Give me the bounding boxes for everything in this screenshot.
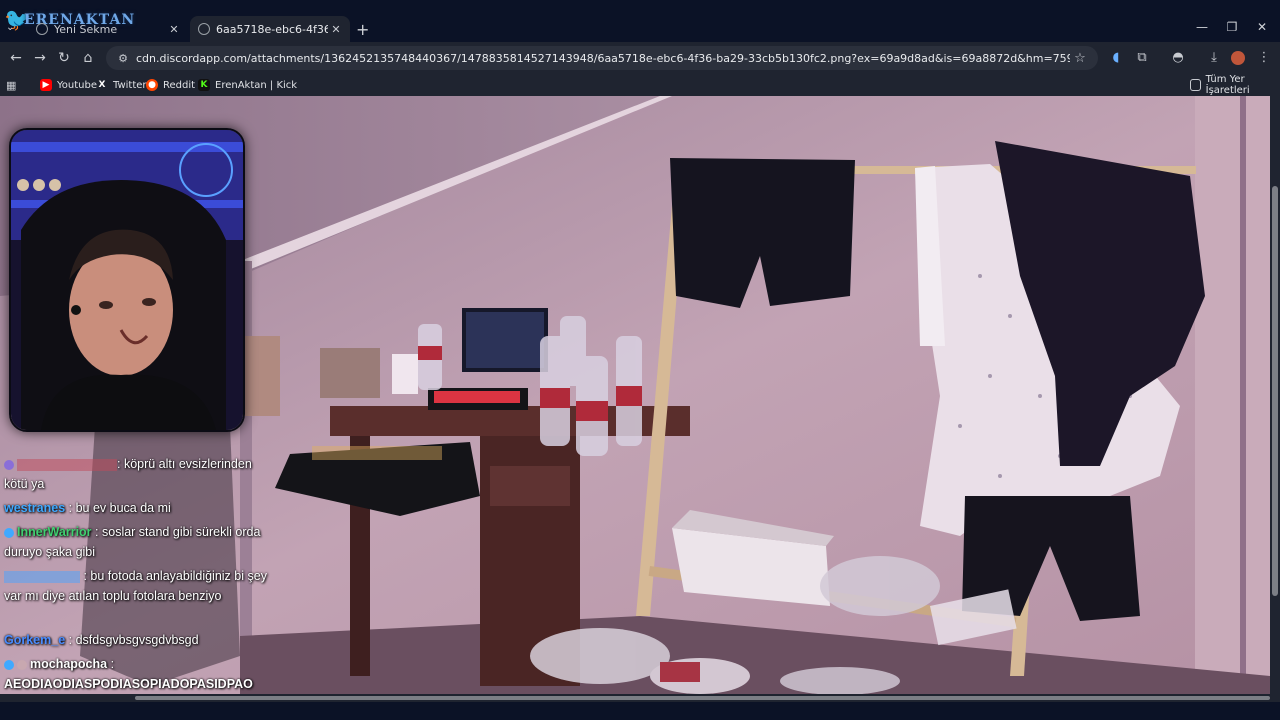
reload-button[interactable]: ↻ xyxy=(54,48,74,68)
webcam-overlay xyxy=(9,128,245,432)
close-window-button[interactable]: ✕ xyxy=(1252,20,1272,38)
site-info-icon[interactable]: ⚙ xyxy=(114,52,132,65)
chat-message: : köprü altı evsizlerinden kötü ya xyxy=(4,454,274,494)
close-tab-icon[interactable]: ✕ xyxy=(166,23,182,36)
bookmark-kick[interactable]: K ErenAktan | Kick xyxy=(198,77,297,93)
tab-title: 6aa5718e-ebc6-4f36-ba29-33c xyxy=(216,22,328,36)
browser-toolbar: ← → ↻ ⌂ ⚙ cdn.discordapp.com/attachments… xyxy=(0,42,1280,74)
bookmark-reddit[interactable]: ● Reddit xyxy=(146,77,195,93)
url-text[interactable]: cdn.discordapp.com/attachments/136245213… xyxy=(136,52,1070,65)
image-viewport: : köprü altı evsizlerinden kötü ya westr… xyxy=(0,96,1270,694)
bookmark-label: Youtube xyxy=(57,79,97,91)
stream-bottom-bar xyxy=(0,702,1280,720)
bookmark-label: Twitter xyxy=(113,79,147,91)
menu-icon[interactable]: ⋮ xyxy=(1254,48,1274,68)
apps-grid-icon[interactable]: ▦ xyxy=(6,77,16,93)
kick-icon: K xyxy=(198,79,210,91)
folder-icon xyxy=(1190,79,1201,91)
bookmarks-bar: ▦ ▶ Youtube X Twitter ● Reddit K ErenAkt… xyxy=(0,74,1280,96)
chat-username: westranes xyxy=(4,501,66,515)
bookmark-label: ErenAktan | Kick xyxy=(215,79,298,91)
chat-username xyxy=(4,570,80,583)
scroll-thumb[interactable] xyxy=(1272,186,1278,596)
restore-button[interactable]: ❐ xyxy=(1222,20,1242,38)
chat-username: Gorkem_e xyxy=(4,633,66,647)
bookmark-twitter[interactable]: X Twitter xyxy=(96,77,147,93)
chat-username: InnerWarrior xyxy=(17,525,92,539)
all-bookmarks-label: Tüm Yer İşaretleri xyxy=(1205,74,1250,96)
chat-badge-icon xyxy=(4,527,14,538)
chat-message: InnerWarrior : soslar stand gibi sürekli… xyxy=(4,522,274,562)
close-tab-icon[interactable]: ✕ xyxy=(328,23,344,36)
streamer-webcam-image xyxy=(11,130,243,430)
reddit-icon: ● xyxy=(146,79,158,91)
chat-text: : bu ev buca da mi xyxy=(68,501,171,515)
bookmark-star-icon[interactable]: ☆ xyxy=(1070,51,1090,66)
forward-button[interactable]: → xyxy=(30,48,50,68)
tab-title: Yeni Sekme xyxy=(54,22,118,36)
chat-message: AEODIAODIASPODIASOPIADOPASIDPAO ŞDA\ xyxy=(4,674,274,694)
new-tab-button[interactable]: + xyxy=(356,20,374,39)
home-button[interactable]: ⌂ xyxy=(78,48,98,68)
chat-message: mochapocha : xyxy=(4,654,274,674)
bookmark-label: Reddit xyxy=(163,79,196,91)
globe-icon xyxy=(198,23,210,35)
chat-badge-icon xyxy=(4,459,14,470)
x-icon: X xyxy=(98,80,106,90)
tab-search-button[interactable]: ⌄ xyxy=(6,22,14,33)
chat-message: : bu fotoda anlayabildiğiniz bi şey var … xyxy=(4,566,274,606)
horizontal-scrollbar[interactable] xyxy=(0,694,1280,702)
back-button[interactable]: ← xyxy=(6,48,26,68)
chat-username xyxy=(17,458,117,471)
chrome-icon xyxy=(36,23,48,35)
chat-username: mochapocha xyxy=(30,657,108,671)
scroll-thumb[interactable] xyxy=(135,696,1270,700)
tab-strip: 🐦 ERENAKTAN ⌄ Yeni Sekme ✕ 6aa5718e-ebc6… xyxy=(0,0,1280,42)
chat-message: Gorkem_e : dsfdsgvbsgvsgdvbsgd xyxy=(4,630,274,650)
vertical-scrollbar[interactable] xyxy=(1270,96,1280,694)
incognito-icon[interactable]: ◓ xyxy=(1168,48,1188,68)
read-aloud-icon[interactable]: ◖ xyxy=(1106,48,1126,68)
youtube-icon: ▶ xyxy=(40,79,52,91)
chat-text: : xyxy=(110,657,115,671)
chat-text: AEODIAODIASPODIASOPIADOPASIDPAO ŞDA\ xyxy=(4,677,253,691)
tab-image[interactable]: 6aa5718e-ebc6-4f36-ba29-33c ✕ xyxy=(190,16,350,42)
profile-avatar[interactable] xyxy=(1228,48,1248,68)
extensions-icon[interactable]: ⧉ xyxy=(1132,48,1152,68)
chat-badge-icon xyxy=(17,659,27,670)
address-bar[interactable]: ⚙ cdn.discordapp.com/attachments/1362452… xyxy=(106,46,1098,70)
chat-text: : dsfdsgvbsgvsgdvbsgd xyxy=(68,633,199,647)
bookmark-youtube[interactable]: ▶ Youtube xyxy=(40,77,97,93)
chat-badge-icon xyxy=(4,659,14,670)
chat-message: westranes : bu ev buca da mi xyxy=(4,498,274,518)
all-bookmarks-folder[interactable]: Tüm Yer İşaretleri xyxy=(1190,74,1280,96)
tab-new-tab[interactable]: Yeni Sekme ✕ xyxy=(28,16,188,42)
minimize-button[interactable]: — xyxy=(1192,20,1212,38)
downloads-icon[interactable]: ⤓ xyxy=(1204,48,1224,68)
